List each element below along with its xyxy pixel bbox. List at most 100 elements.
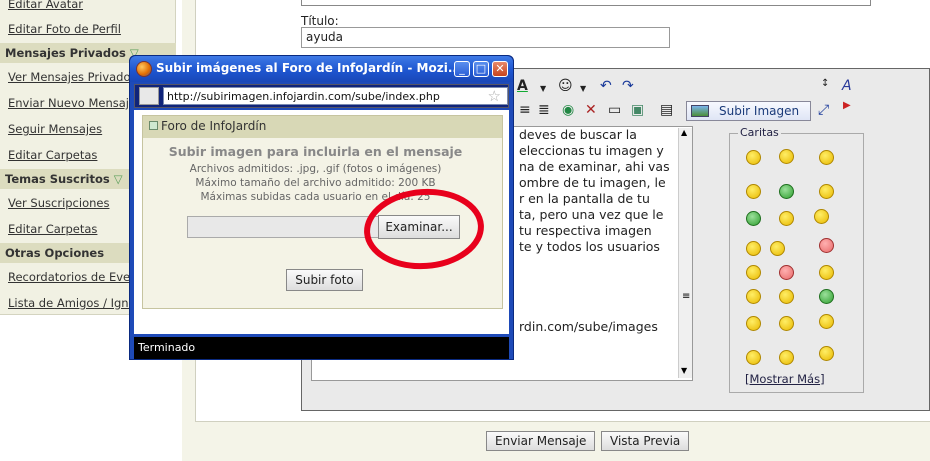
max-size: Máximo tamaño del archivo admitido: 200 … xyxy=(195,177,436,189)
sick-icon[interactable] xyxy=(819,289,834,304)
smiley-icon[interactable] xyxy=(779,265,794,280)
square-icon xyxy=(149,121,158,130)
title-input[interactable]: ayuda xyxy=(301,27,670,48)
font-color-icon[interactable]: A xyxy=(517,78,528,94)
list-icon[interactable]: ≡ xyxy=(519,102,531,118)
allowed-files: Archivos admitidos: .jpg, .gif (fotos o … xyxy=(189,163,442,175)
popup-content: Foro de InfoJardín Subir imagen para inc… xyxy=(134,110,509,334)
smiley-icon[interactable] xyxy=(819,265,834,280)
expand-icon[interactable]: ⤢ xyxy=(818,102,829,118)
smiley-icon[interactable] xyxy=(779,211,794,226)
subir-imagen-button[interactable]: Subir Imagen xyxy=(686,101,811,121)
top-field xyxy=(301,0,871,6)
sad-icon[interactable] xyxy=(779,289,794,304)
font-size-icon[interactable]: A xyxy=(842,78,852,94)
hat-smiley-icon[interactable] xyxy=(819,238,834,253)
sidebar-link-editar-foto[interactable]: Editar Foto de Perfil xyxy=(8,22,121,36)
text-line: r en la pantalla de tu xyxy=(519,191,650,206)
cheering-icon[interactable] xyxy=(819,346,834,361)
indent-icon[interactable]: ≣ xyxy=(538,102,550,118)
title-label: Título: xyxy=(301,14,339,28)
smiley-pair-icon[interactable] xyxy=(770,241,785,256)
forum-header: Foro de InfoJardín xyxy=(143,116,502,138)
maximize-icon[interactable]: □ xyxy=(473,61,489,77)
text-line: eleccionas tu imagen y xyxy=(519,143,664,158)
text-line: na de examinar, ahi vas xyxy=(519,159,670,174)
text-line: ombre de tu imagen, le xyxy=(519,175,666,190)
link-icon[interactable]: ◉ xyxy=(562,102,574,118)
enviar-mensaje-button[interactable]: Enviar Mensaje xyxy=(486,431,596,451)
popup-title: Subir imágenes al Foro de InfoJardín - M… xyxy=(156,61,462,75)
smiley-icon[interactable] xyxy=(819,184,834,199)
address-bar: http://subirimagen.infojardin.com/sube/i… xyxy=(134,84,509,108)
bracket: ] xyxy=(820,372,825,386)
smiley-icon[interactable] xyxy=(746,265,761,280)
section-label: Temas Suscritos xyxy=(5,172,110,186)
upload-form: Foro de InfoJardín Subir imagen para inc… xyxy=(142,115,503,309)
subir-foto-button[interactable]: Subir foto xyxy=(286,269,363,291)
caritas-panel: Caritas xyxy=(729,126,864,393)
section-label: Otras Opciones xyxy=(5,246,105,260)
status-bar: Terminado xyxy=(134,337,509,359)
waving-icon[interactable] xyxy=(779,350,794,365)
thumbs-up-smiley-icon[interactable] xyxy=(814,209,829,224)
upload-popup-window: Subir imágenes al Foro de InfoJardín - M… xyxy=(129,55,514,360)
picture-icon xyxy=(691,105,709,117)
chevron-down-icon[interactable]: ▼ xyxy=(540,84,546,93)
sidebar-link-enviar-mensaje[interactable]: Enviar Nuevo Mensaje xyxy=(8,96,136,110)
caritas-label: Caritas xyxy=(738,126,781,139)
text-line: ta, pero una vez que le xyxy=(519,207,664,222)
examinar-button[interactable]: Examinar... xyxy=(378,215,460,239)
smiley-icon[interactable] xyxy=(779,316,794,331)
sidebar-link-editar-carpetas-2[interactable]: Editar Carpetas xyxy=(8,222,97,236)
smiley-icon[interactable] xyxy=(746,289,761,304)
scroll-up-icon[interactable]: ▲ xyxy=(681,128,687,137)
tongue-icon[interactable] xyxy=(819,314,834,329)
url-field[interactable]: http://subirimagen.infojardin.com/sube/i… xyxy=(163,87,508,105)
smiley-icon[interactable] xyxy=(779,149,794,164)
undo-icon[interactable]: ↶ xyxy=(600,78,612,94)
upload-heading: Subir imagen para incluirla en el mensaj… xyxy=(168,144,463,159)
mostrar-mas-link[interactable]: Mostrar Más xyxy=(750,372,821,386)
text-line: deves de buscar la xyxy=(519,127,637,142)
mostrar-mas: [Mostrar Más] xyxy=(745,372,825,386)
smiley-icon[interactable] xyxy=(746,150,761,165)
devil-icon[interactable] xyxy=(746,316,761,331)
vista-previa-button[interactable]: Vista Previa xyxy=(601,431,690,451)
forum-name: Foro de InfoJardín xyxy=(161,119,267,133)
minimize-icon[interactable]: _ xyxy=(454,61,470,77)
quote-icon[interactable]: ▤ xyxy=(660,102,673,118)
email-icon[interactable]: ▭ xyxy=(608,102,621,118)
resize-vertical-icon[interactable]: ↕ xyxy=(821,78,829,89)
redo-icon[interactable]: ↷ xyxy=(622,78,634,94)
image-icon[interactable]: ▣ xyxy=(631,102,644,118)
textarea-scrollbar[interactable]: ▲ ≡ ▼ xyxy=(678,128,692,378)
green-face-icon[interactable] xyxy=(779,184,794,199)
sidebar-link-editar-carpetas[interactable]: Editar Carpetas xyxy=(8,148,97,162)
smiley-icon[interactable]: ☺ xyxy=(558,78,573,94)
scroll-thumb-grip-icon[interactable]: ≡ xyxy=(682,291,690,302)
smiley-icon[interactable] xyxy=(746,184,761,199)
site-identity-icon[interactable] xyxy=(139,87,159,105)
smiley-icon[interactable] xyxy=(746,211,761,226)
close-icon[interactable]: ✕ xyxy=(492,61,508,77)
grin-icon[interactable] xyxy=(819,150,834,165)
url-text: http://subirimagen.infojardin.com/sube/i… xyxy=(167,90,440,103)
unlink-icon[interactable]: ✕ xyxy=(585,102,597,118)
text-line: tu respectiva imagen xyxy=(519,223,652,238)
smiley-icon[interactable] xyxy=(746,350,761,365)
sidebar-link-seguir-mensajes[interactable]: Seguir Mensajes xyxy=(8,122,102,136)
cool-icon[interactable] xyxy=(746,241,761,256)
bookmark-star-icon[interactable]: ☆ xyxy=(488,88,501,104)
file-path-input[interactable] xyxy=(187,216,382,238)
max-uploads: Máximas subidas cada usuario en el día: … xyxy=(200,191,431,203)
scroll-down-icon[interactable]: ▼ xyxy=(681,366,687,375)
chevron-down-icon[interactable]: ▼ xyxy=(580,84,586,93)
sidebar-link-ver-mensajes[interactable]: Ver Mensajes Privados xyxy=(8,70,137,84)
text-line: rdin.com/sube/images xyxy=(519,319,658,334)
chevron-down-icon: ▽ xyxy=(113,172,123,186)
youtube-icon[interactable]: ▶ xyxy=(843,100,851,111)
sidebar-link-editar-avatar[interactable]: Editar Avatar xyxy=(8,0,83,11)
sidebar-link-ver-suscripciones[interactable]: Ver Suscripciones xyxy=(8,196,109,210)
text-line: te y todos los usuarios xyxy=(519,239,660,254)
